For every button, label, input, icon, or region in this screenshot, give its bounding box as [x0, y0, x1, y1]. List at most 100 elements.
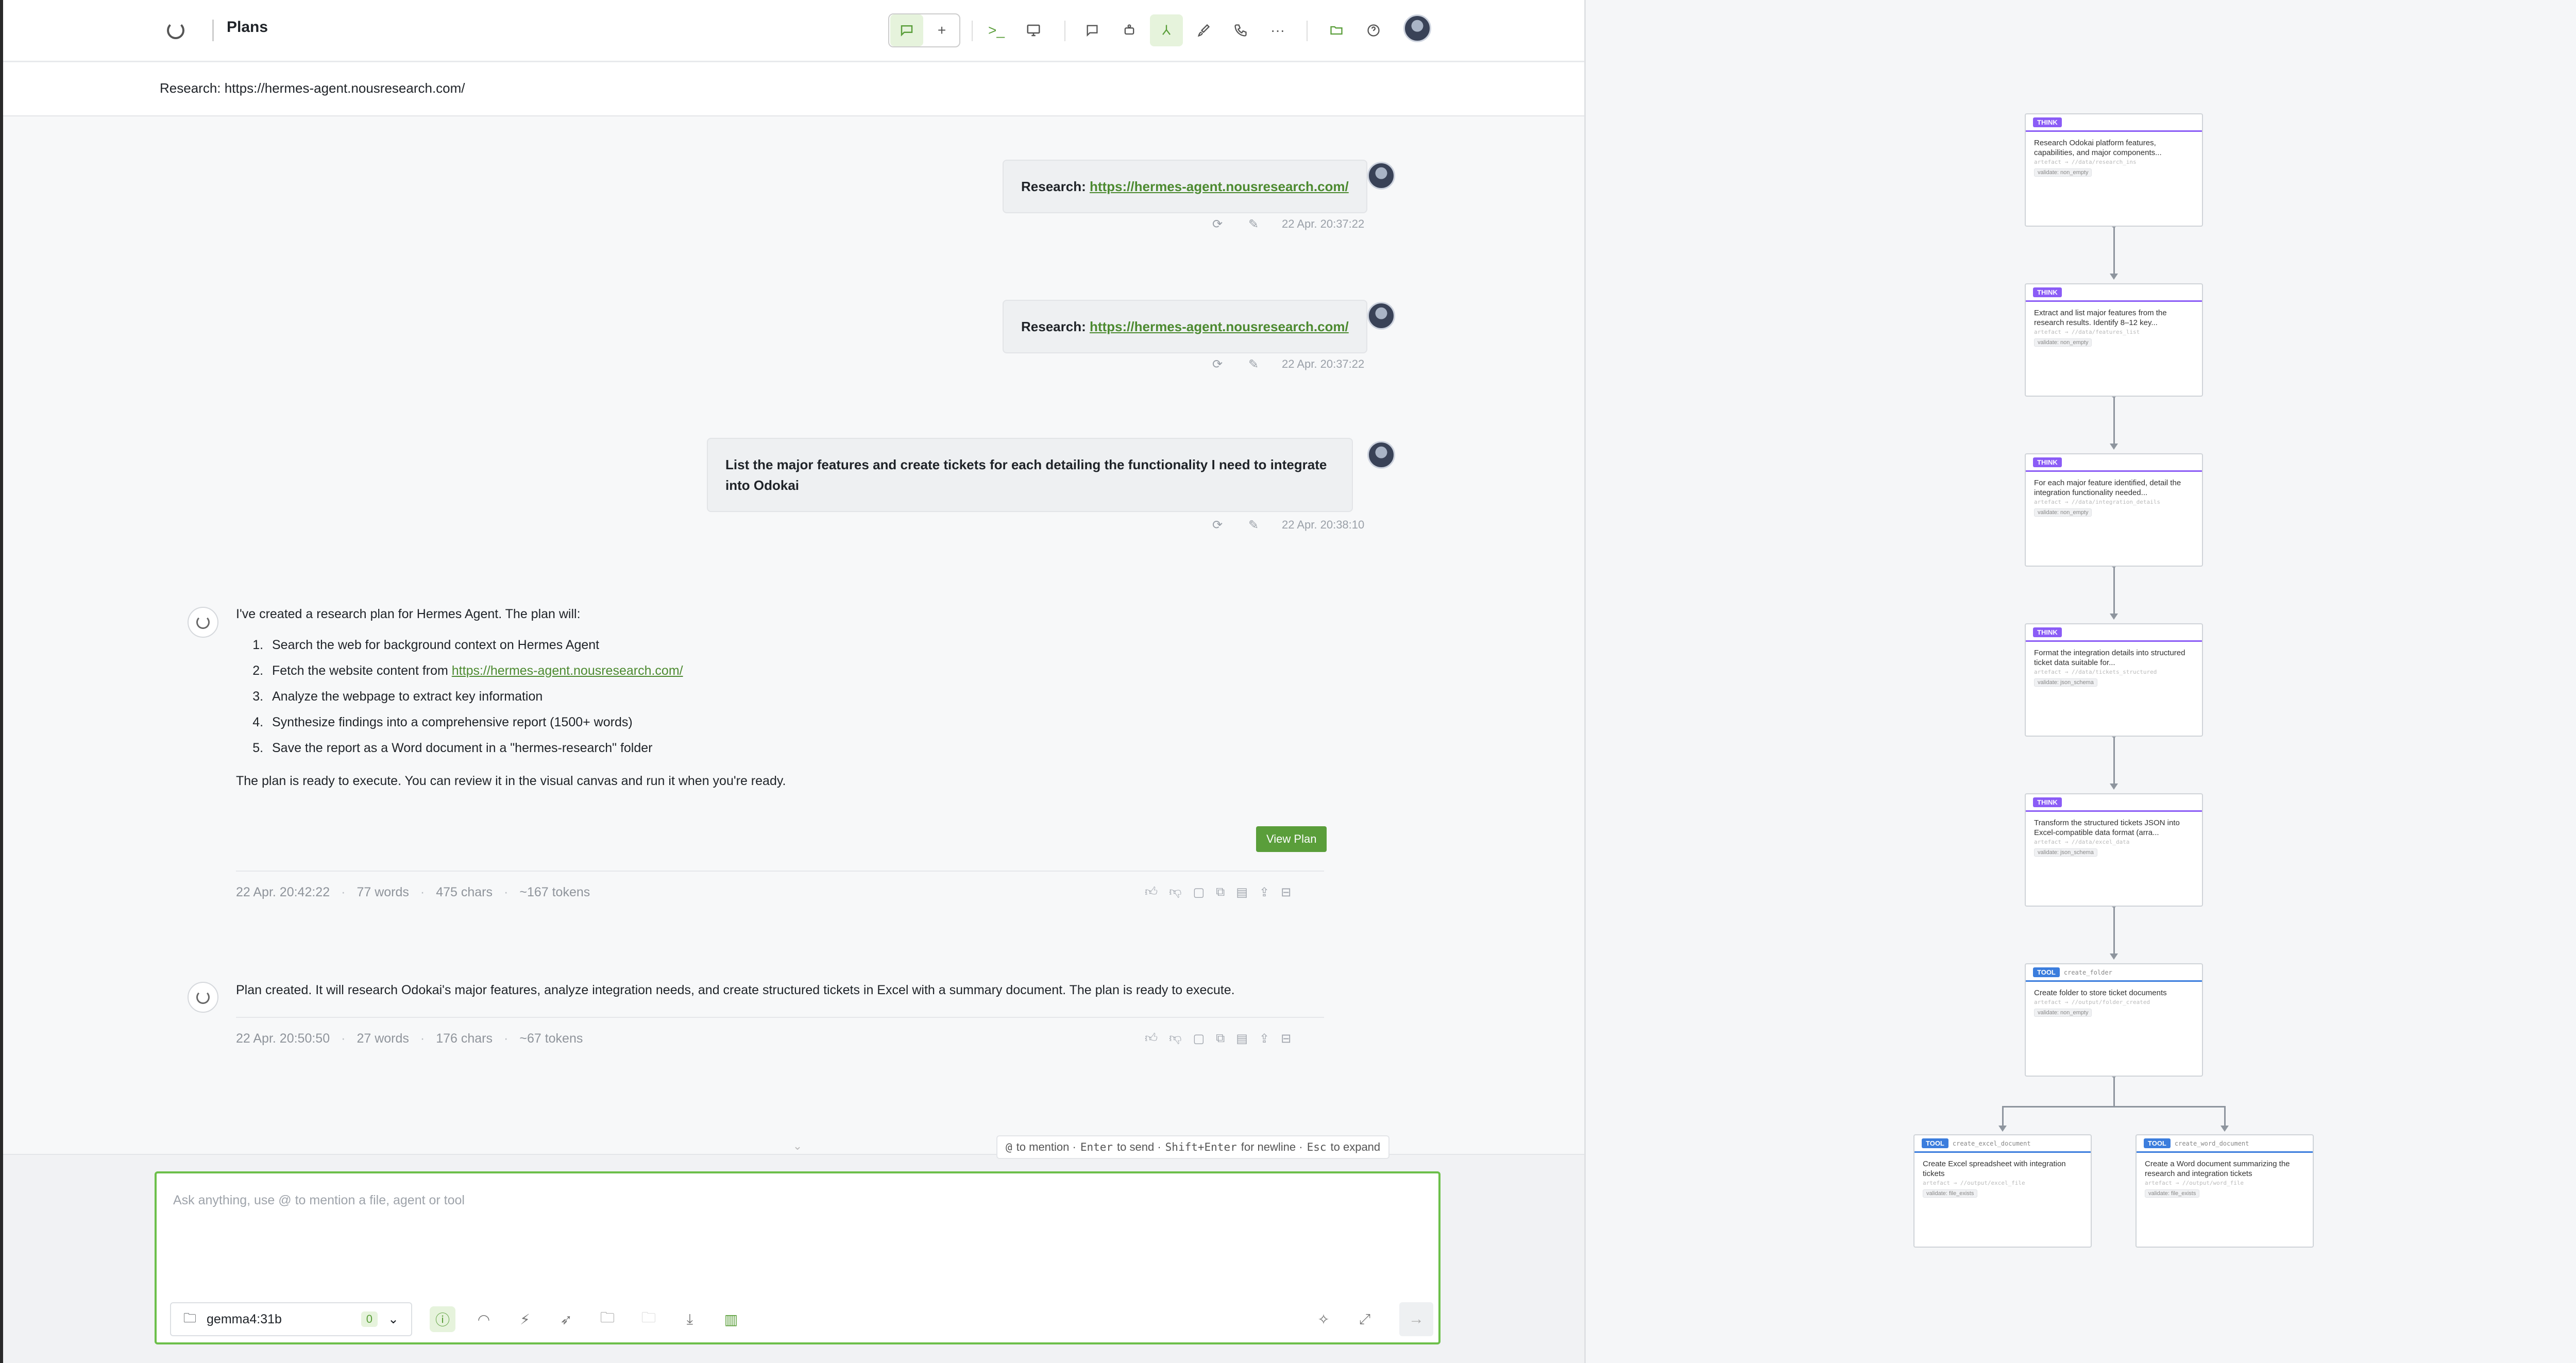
paint-button[interactable] [1187, 14, 1220, 46]
plan-step: Synthesize findings into a comprehensive… [267, 713, 1354, 731]
plan-node[interactable]: TOOL create_word_document Create a Word d… [2136, 1134, 2314, 1248]
token-count: ~67 tokens [519, 1031, 583, 1046]
refresh-icon[interactable]: ⟳ [1210, 356, 1225, 372]
export-icon[interactable]: ⇪ [1259, 885, 1269, 900]
node-artefact: artefact → //output/folder_created [2034, 999, 2150, 1006]
hint-key: Shift+Enter [1165, 1141, 1237, 1153]
scroll-down-icon[interactable]: ⌄ [787, 1139, 808, 1153]
chat-mode-button[interactable] [890, 14, 923, 46]
panel-toggle[interactable]: ▥ [718, 1306, 744, 1332]
info-toggle[interactable]: ⓘ [430, 1306, 455, 1332]
help-button[interactable] [1357, 14, 1390, 46]
document-icon[interactable]: ▤ [1236, 885, 1248, 900]
plans-button[interactable] [1150, 14, 1183, 46]
message-time: 22 Apr. 20:37:22 [1282, 357, 1365, 370]
comment-icon[interactable]: ▢ [1193, 885, 1205, 900]
agents-button[interactable] [1113, 14, 1146, 46]
edge [2224, 1106, 2226, 1127]
message-text: List the major features and create ticke… [725, 457, 1327, 493]
screen-button[interactable] [1017, 14, 1050, 46]
terminal-icon: >_ [988, 22, 1005, 38]
node-validation: validate: file_exists [1923, 1189, 1978, 1198]
edge [2002, 1106, 2004, 1127]
node-type-badge: THINK [2033, 627, 2062, 637]
save-icon[interactable]: ⊟ [1281, 885, 1291, 900]
send-button[interactable]: → [1399, 1302, 1433, 1336]
plan-node[interactable]: THINK Format the integration details int… [2025, 623, 2203, 737]
message-link[interactable]: https://hermes-agent.nousresearch.com/ [1090, 179, 1349, 194]
brush-icon [1197, 24, 1210, 37]
save-icon[interactable]: ⊟ [1281, 1031, 1291, 1046]
message-text: Plan created. It will research Odokai's … [236, 983, 1235, 997]
node-type-badge: TOOL [1922, 1138, 1948, 1148]
expand-icon: ⤢ [1359, 1310, 1371, 1327]
node-artefact: artefact → //output/excel_file [1923, 1180, 2025, 1186]
magic-button[interactable]: ✧ [1311, 1306, 1336, 1332]
plan-node[interactable]: THINK Extract and list major features fr… [2025, 283, 2203, 397]
node-tool-name: create_folder [2063, 968, 2112, 976]
message-composer[interactable]: Ask anything, use @ to mention a file, a… [155, 1171, 1440, 1344]
message-prefix: Research: [1021, 179, 1090, 194]
robot-icon [1124, 24, 1134, 35]
message-time: 22 Apr. 20:50:50 [236, 1031, 330, 1046]
thumbs-up-icon[interactable]: 👍︎ [1145, 885, 1158, 900]
folder-icon: 🗀 [600, 1309, 615, 1325]
avatar [1403, 14, 1431, 42]
node-validation: validate: file_exists [2145, 1189, 2200, 1198]
edit-icon[interactable]: ✎ [1246, 356, 1261, 372]
message-outro: The plan is ready to execute. You can re… [236, 774, 786, 788]
folder-disabled-button[interactable]: 🗀 [636, 1306, 662, 1332]
user-avatar-button[interactable] [1403, 14, 1431, 42]
user-avatar [1367, 162, 1395, 190]
plan-step: Fetch the website content from https://h… [267, 661, 1354, 680]
quick-action-button[interactable]: ⚡︎ [512, 1306, 538, 1332]
attach-folder-button[interactable]: 🗀 [595, 1306, 620, 1332]
edge [2113, 225, 2115, 275]
message-link[interactable]: https://hermes-agent.nousresearch.com/ [1090, 319, 1349, 334]
refresh-icon[interactable]: ⟳ [1210, 517, 1225, 533]
node-description: Create Excel spreadsheet with integratio… [1923, 1160, 2066, 1178]
user-avatar [1367, 441, 1395, 469]
more-button[interactable]: ··· [1261, 14, 1294, 46]
edit-icon[interactable]: ✎ [1246, 216, 1261, 232]
refresh-icon[interactable]: ⟳ [1210, 216, 1225, 232]
view-plan-button[interactable]: View Plan [1256, 826, 1327, 852]
user-message: Research: https://hermes-agent.nousresea… [1003, 160, 1367, 213]
thumbs-down-icon[interactable]: 👎︎ [1169, 885, 1181, 900]
phone-button[interactable] [1224, 14, 1257, 46]
copy-icon[interactable]: ⧉ [1216, 1031, 1225, 1046]
message-actions: 👍︎ 👎︎ ▢ ⧉ ▤ ⇪ ⊟ [1145, 885, 1291, 900]
edit-icon[interactable]: ✎ [1246, 517, 1261, 533]
toolbar-divider [972, 21, 973, 41]
plan-node[interactable]: TOOL create_excel_document Create Excel s… [1913, 1134, 2092, 1248]
user-message: Research: https://hermes-agent.nousresea… [1003, 300, 1367, 353]
plan-node[interactable]: THINK For each major feature identified,… [2025, 453, 2203, 567]
terminal-button[interactable]: >_ [980, 14, 1013, 46]
plan-node[interactable]: THINK Research Odokai platform features,… [2025, 113, 2203, 227]
plan-node[interactable]: THINK Transform the structured tickets J… [2025, 793, 2203, 907]
chat-button[interactable] [1076, 14, 1109, 46]
assistant-avatar [188, 607, 218, 638]
rocket-button[interactable]: ➶ [553, 1306, 579, 1332]
thumbs-down-icon[interactable]: 👎︎ [1169, 1031, 1181, 1046]
plan-step-link[interactable]: https://hermes-agent.nousresearch.com/ [452, 663, 683, 678]
plan-node[interactable]: TOOL create_folder Create folder to store… [2025, 963, 2203, 1077]
plan-canvas[interactable]: THINK Research Odokai platform features,… [1587, 0, 2576, 1363]
export-icon[interactable]: ⇪ [1259, 1031, 1269, 1046]
folder-button[interactable] [1320, 14, 1353, 46]
model-selector[interactable]: 🗀 gemma4:31b 0 ⌄ [170, 1302, 412, 1336]
expand-button[interactable]: ⤢ [1352, 1306, 1378, 1332]
thumbs-up-icon[interactable]: 👍︎ [1145, 1031, 1158, 1046]
new-chat-button[interactable]: + [925, 14, 958, 46]
download-button[interactable]: ⤓ [677, 1306, 703, 1332]
node-header: TOOL create_folder [2026, 964, 2202, 982]
message-input[interactable]: Ask anything, use @ to mention a file, a… [173, 1193, 465, 1208]
node-validation: validate: non_empty [2034, 508, 2092, 517]
message-meta: ⟳ ✎ 22 Apr. 20:38:10 [1210, 517, 1364, 533]
lightning-icon: ⚡︎ [520, 1311, 530, 1327]
speed-button[interactable]: ◠ [471, 1306, 497, 1332]
hint-text: for newline · [1241, 1140, 1303, 1153]
document-icon[interactable]: ▤ [1236, 1031, 1248, 1046]
comment-icon[interactable]: ▢ [1193, 1031, 1205, 1046]
copy-icon[interactable]: ⧉ [1216, 885, 1225, 900]
